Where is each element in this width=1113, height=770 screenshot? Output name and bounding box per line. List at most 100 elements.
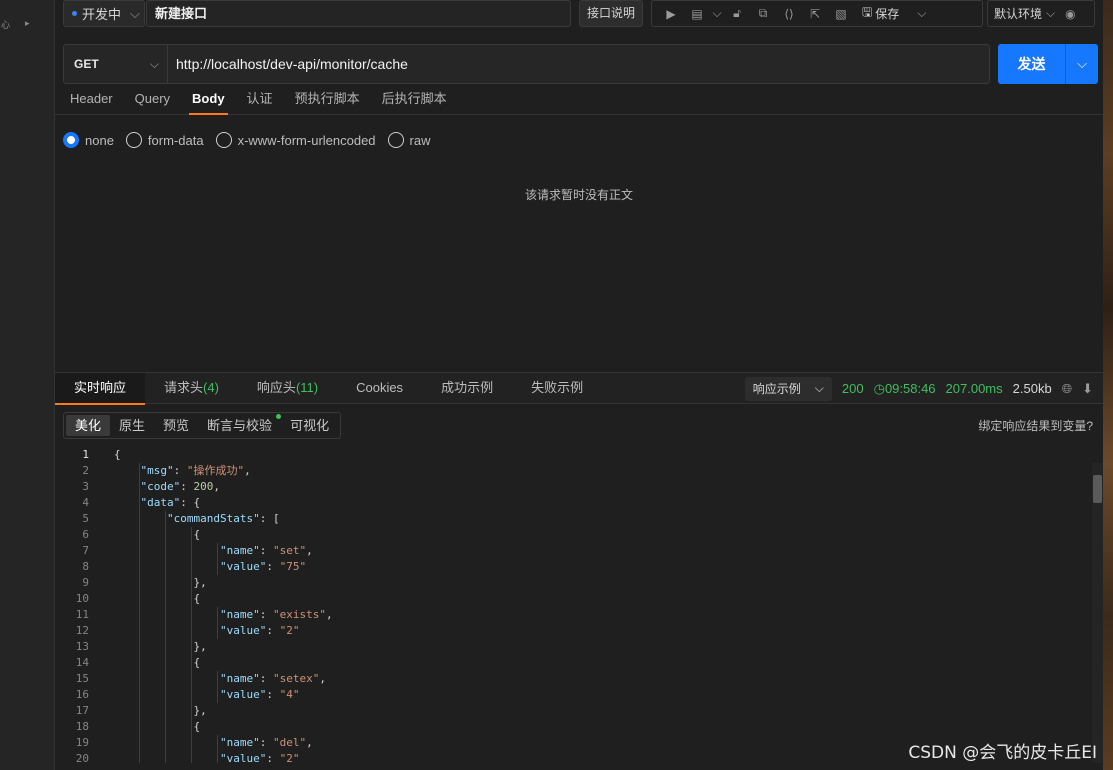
tab-cookies[interactable]: Cookies: [337, 373, 422, 404]
chevron-down-icon: ⌵: [1046, 6, 1056, 20]
line-number: 4: [82, 496, 89, 509]
response-code-view[interactable]: 1{2 "msg": "操作成功", 3 "code": 200, 4 "data"…: [55, 447, 1093, 763]
history-icon[interactable]: ▧: [828, 7, 854, 21]
background-edge: [1103, 0, 1113, 770]
view-tabs: 美化 原生 预览 断言与校验 可视化: [63, 412, 342, 439]
url-input[interactable]: http://localhost/dev-api/monitor/cache: [176, 45, 408, 83]
method-label: GET: [74, 57, 99, 71]
line-number: 19: [75, 736, 89, 749]
tab-header[interactable]: Header: [59, 86, 124, 114]
api-name-input[interactable]: 新建接口: [146, 0, 571, 27]
tab-pre-script[interactable]: 预执行脚本: [284, 86, 371, 114]
mock-icon[interactable]: ▤: [684, 7, 710, 21]
line-number: 11: [75, 608, 89, 621]
chevron-down-icon[interactable]: ⌵: [710, 6, 724, 21]
code-text: "commandStats": [: [166, 512, 280, 525]
chevron-down-icon: ⌵: [814, 381, 824, 395]
radio-button[interactable]: [125, 132, 142, 148]
tab-raw[interactable]: 原生: [110, 415, 154, 436]
tab-body[interactable]: Body: [181, 86, 236, 115]
environment-select[interactable]: 默认环境 ⌵ ◉: [987, 0, 1095, 27]
save-icon: 🖫︎: [862, 5, 873, 19]
code-line: 2 "msg": "操作成功",: [55, 463, 1093, 479]
code-scrollbar[interactable]: [1092, 463, 1103, 763]
code-line: 7 "name": "set",: [55, 543, 1093, 559]
method-select[interactable]: GET ⌵: [64, 45, 168, 83]
radio-button[interactable]: [215, 132, 232, 148]
rail-expand-icon[interactable]: ▸: [25, 18, 30, 29]
option-label: form-data: [147, 132, 204, 148]
tab-success-example[interactable]: 成功示例: [422, 373, 512, 404]
scrollbar-thumb[interactable]: [1093, 475, 1102, 503]
globe-icon[interactable]: 🌐︎: [1062, 381, 1072, 397]
environment-label: 默认环境: [994, 7, 1043, 21]
time-value: 09:58:46: [884, 380, 936, 396]
save-button[interactable]: 🖫︎ 保存: [862, 3, 899, 24]
example-select[interactable]: 响应示例 ⌵: [744, 376, 832, 401]
code-line: 17 },: [55, 703, 1093, 719]
code-line: 15 "name": "setex",: [55, 671, 1093, 687]
tab-query[interactable]: Query: [124, 86, 181, 114]
lock-icon[interactable]: 🔓︎: [724, 6, 750, 21]
line-number: 20: [75, 752, 89, 763]
tab-auth[interactable]: 认证: [236, 86, 284, 114]
tab-preview[interactable]: 预览: [154, 415, 198, 436]
code-text: "value": "2": [219, 752, 300, 763]
bind-to-variable-link[interactable]: 绑定响应结果到变量?: [978, 417, 1093, 434]
line-number: 12: [75, 624, 89, 637]
radio-button[interactable]: [387, 132, 404, 148]
tab-live-response[interactable]: 实时响应: [55, 373, 146, 405]
share-icon[interactable]: ⇱: [802, 7, 828, 21]
tab-pretty[interactable]: 美化: [66, 415, 111, 436]
code-line: 5 "commandStats": [: [55, 511, 1093, 527]
tab-visualize[interactable]: 可视化: [281, 415, 338, 436]
chevron-down-icon[interactable]: ⌵: [1066, 44, 1098, 84]
code-text: {: [114, 528, 201, 541]
tab-post-script[interactable]: 后执行脚本: [371, 86, 458, 114]
code-text: "name": "exists",: [219, 608, 333, 621]
code-text: "name": "del",: [219, 736, 313, 749]
send-button[interactable]: 发送 ⌵: [998, 44, 1098, 84]
left-rail: 心 ▸: [0, 0, 55, 770]
code-text: },: [114, 640, 207, 653]
code-text: "value": "2": [219, 624, 300, 637]
line-number: 13: [75, 640, 89, 653]
radio-button[interactable]: [63, 132, 79, 148]
line-number: 18: [75, 720, 89, 733]
eye-icon[interactable]: ◉: [1065, 7, 1075, 21]
copy-icon[interactable]: ⧉: [750, 6, 776, 21]
option-label: raw: [409, 132, 431, 148]
send-label[interactable]: 发送: [998, 44, 1066, 84]
code-text: "name": "set",: [219, 544, 313, 557]
status-select[interactable]: 开发中 ⌵: [63, 0, 145, 27]
code-line: 13 },: [55, 639, 1093, 655]
status-label: 开发中: [82, 7, 122, 22]
status-code: 200: [841, 381, 864, 396]
doc-button[interactable]: 接口说明: [579, 0, 643, 27]
code-text: "value": "4": [219, 688, 300, 701]
tab-assertions[interactable]: 断言与校验: [198, 414, 282, 436]
body-option-none[interactable]: none: [63, 132, 114, 148]
watermark: CSDN @会飞的皮卡丘EI: [908, 743, 1097, 763]
chevron-down-icon[interactable]: ⌵: [917, 6, 926, 21]
tab-response-headers[interactable]: 响应头(11): [238, 373, 337, 404]
save-label: 保存: [875, 7, 900, 21]
body-option-form-data[interactable]: form-data: [125, 132, 204, 148]
body-option-raw[interactable]: raw: [387, 132, 431, 148]
code-line: 12 "value": "2": [55, 623, 1093, 639]
tab-label: 响应头: [256, 380, 296, 395]
body-option-urlencoded[interactable]: x-www-form-urlencoded: [215, 132, 376, 148]
code-text: },: [114, 576, 207, 589]
download-icon[interactable]: ⬇: [1082, 381, 1093, 397]
count-badge: (11): [295, 380, 319, 395]
tab-request-headers[interactable]: 请求头(4): [145, 373, 238, 404]
response-time: ◷09:58:46: [874, 381, 936, 397]
empty-body-message: 该请求暂时没有正文: [524, 188, 633, 202]
run-icon[interactable]: ▶: [658, 7, 684, 21]
code-text: {: [114, 592, 201, 605]
code-text: "name": "setex",: [219, 672, 326, 685]
tab-fail-example[interactable]: 失败示例: [512, 373, 602, 404]
code-icon[interactable]: ⟨⟩: [776, 7, 802, 21]
top-bar: 开发中 ⌵ 新建接口 接口说明 ▶ ▤ ⌵ 🔓︎ ⧉ ⟨⟩ ⇱ ▧ 🖫︎ 保存 …: [55, 0, 1103, 30]
line-number: 15: [75, 672, 89, 685]
